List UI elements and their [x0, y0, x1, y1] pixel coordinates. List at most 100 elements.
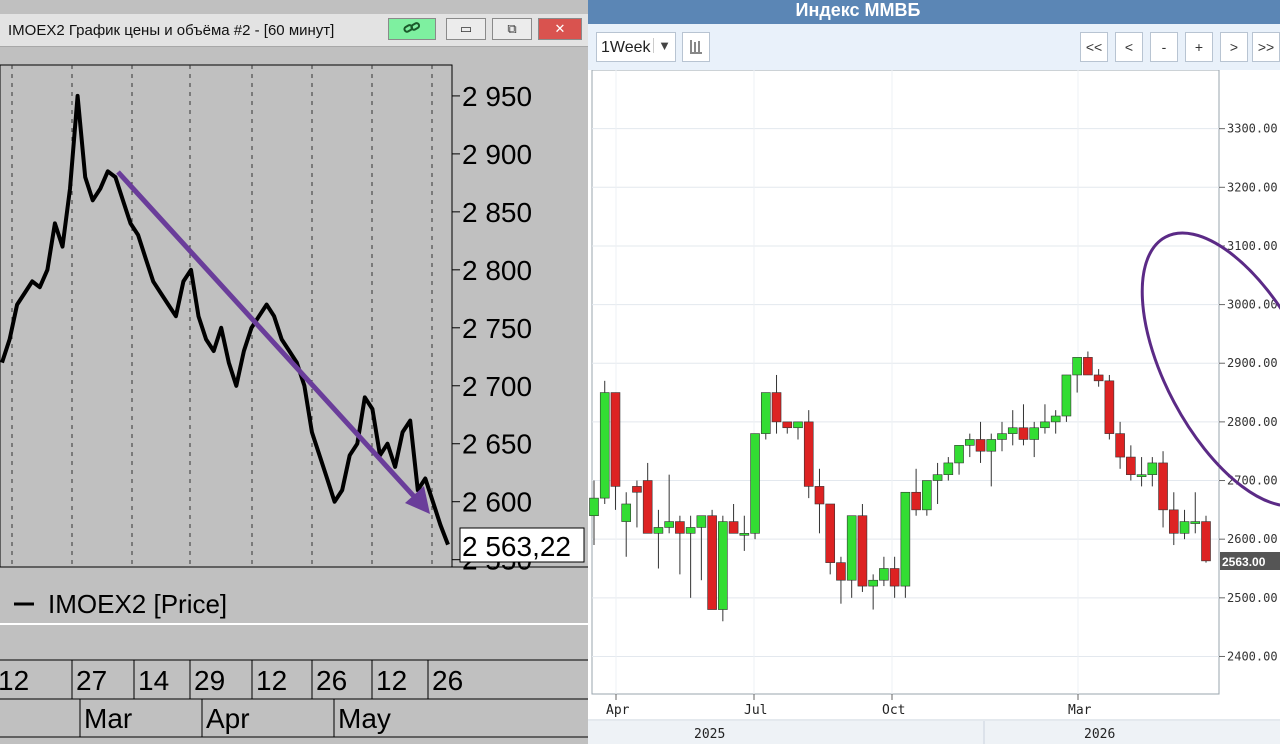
candle-body: [911, 491, 921, 511]
x-day-label: 27: [76, 665, 107, 696]
candle-body: [1136, 474, 1147, 477]
bars-icon: [689, 38, 703, 57]
candlestick-chart: 3300.00 3200.00 3100.00 3000.00 2900.00 2800.…: [588, 70, 1280, 744]
x-month-label: Mar: [84, 703, 132, 734]
candle-body: [836, 562, 846, 581]
candle-body: [1158, 462, 1168, 511]
nav-next-button[interactable]: >: [1220, 32, 1248, 62]
candle-body: [1104, 380, 1115, 434]
chart-toolbar: 1Week ▼ << < - + > >>: [588, 24, 1280, 70]
candle-body: [975, 439, 986, 452]
x-month-label: Mar: [1068, 703, 1092, 718]
candle-body: [964, 439, 975, 446]
candle-body: [793, 421, 803, 429]
candle-body: [997, 433, 1007, 440]
zoom-out-button[interactable]: -: [1150, 32, 1178, 62]
candle-body: [685, 527, 696, 534]
candle-body: [943, 462, 954, 475]
candle-body: [1083, 357, 1093, 376]
y-tick-label: 2 700: [462, 371, 532, 402]
candle-body: [653, 527, 664, 534]
y-tick-label: 2 950: [462, 81, 532, 112]
x-month-label: Apr: [606, 703, 630, 718]
candle-body: [1040, 421, 1050, 429]
candle-body: [1147, 462, 1158, 475]
x-year-label: 2026: [1084, 727, 1115, 742]
candle-body: [1126, 456, 1136, 475]
candle-body: [718, 521, 728, 610]
nav-last-button[interactable]: >>: [1252, 32, 1280, 62]
period-select[interactable]: 1Week ▼: [596, 32, 676, 62]
x-year-label: 2025: [694, 727, 725, 742]
candle-body: [664, 521, 674, 528]
candle-body: [1179, 521, 1190, 534]
candle-body: [1190, 521, 1201, 524]
candle-body: [954, 445, 964, 464]
candle-body: [675, 521, 685, 534]
y-tick-label: 2 750: [462, 313, 532, 344]
y-tick-label: 2800.00: [1227, 415, 1278, 429]
plot-area: [591, 70, 1220, 695]
candle-body: [879, 568, 889, 581]
y-tick-label: 3300.00: [1227, 122, 1278, 136]
last-price-label: 2 563,22: [462, 531, 571, 562]
candle-body: [900, 491, 911, 587]
x-day-label: 26: [432, 665, 463, 696]
candle-body: [782, 421, 793, 429]
candle-body: [750, 433, 760, 534]
candle-body: [1115, 433, 1125, 458]
y-axis-labels: 2 950 2 900 2 850 2 800 2 750 2 700 2 650 2 600…: [452, 81, 532, 576]
left-price-chart: 2 950 2 900 2 850 2 800 2 750 2 700 2 650 2 600…: [0, 64, 588, 738]
zoom-in-button[interactable]: +: [1185, 32, 1213, 62]
y-tick-label: 3000.00: [1227, 298, 1278, 312]
candle-body: [825, 503, 836, 563]
y-tick-label: 2 650: [462, 429, 532, 460]
candle-body: [1050, 415, 1061, 423]
x-axis-month-labels: Mar Apr May: [79, 699, 391, 737]
candle-body: [1093, 374, 1104, 382]
plot-area: [0, 64, 453, 568]
candle-body: [932, 474, 943, 481]
candle-body: [632, 486, 642, 493]
y-tick-label: 2 900: [462, 139, 532, 170]
chart-title: Индекс ММВБ: [795, 0, 921, 20]
chart-header: Индекс ММВБ: [588, 0, 1280, 24]
candle-body: [1061, 374, 1072, 417]
chevron-down-icon: ▼: [653, 38, 671, 53]
candle-body: [803, 421, 814, 487]
candle-body: [922, 480, 932, 511]
candle-body: [642, 480, 653, 534]
x-month-label: May: [338, 703, 391, 734]
x-day-label: 12: [376, 665, 407, 696]
candle-body: [868, 579, 878, 587]
y-tick-label: 2600.00: [1227, 532, 1278, 546]
x-month-label: Jul: [744, 703, 767, 718]
left-chart-window: IMOEX2 График цены и объёма #2 - [60 мин…: [0, 0, 588, 744]
last-price-label: 2563.00: [1222, 555, 1266, 569]
y-tick-label: 2400.00: [1227, 649, 1278, 663]
candle-body: [739, 533, 750, 536]
x-axis-day-labels: 12 27 14 29 12 26 12 26: [0, 660, 463, 699]
candle-body: [599, 392, 610, 499]
x-day-label: 29: [194, 665, 225, 696]
candle-body: [696, 515, 707, 528]
nav-first-button[interactable]: <<: [1080, 32, 1108, 62]
y-axis-labels: 3300.00 3200.00 3100.00 3000.00 2900.00 2800.…: [1219, 122, 1278, 663]
y-tick-label: 3100.00: [1227, 239, 1278, 253]
candle-body: [846, 515, 857, 581]
candle-body: [1201, 521, 1211, 562]
x-day-label: 26: [316, 665, 347, 696]
y-tick-label: 2 850: [462, 197, 532, 228]
y-tick-label: 2900.00: [1227, 356, 1278, 370]
candle-body: [1018, 427, 1029, 440]
chart-type-button[interactable]: [682, 32, 710, 62]
candle-body: [1007, 427, 1018, 434]
right-chart-window: Индекс ММВБ 1Week ▼ << < - + > >> 3300.0…: [588, 0, 1280, 744]
x-month-label: Oct: [882, 703, 905, 718]
x-axis-month-labels: Apr Jul Oct Mar: [606, 694, 1092, 718]
nav-prev-button[interactable]: <: [1115, 32, 1143, 62]
candle-body: [814, 486, 825, 505]
candle-body: [889, 568, 900, 587]
candle-body: [986, 439, 997, 452]
y-tick-label: 2500.00: [1227, 591, 1278, 605]
